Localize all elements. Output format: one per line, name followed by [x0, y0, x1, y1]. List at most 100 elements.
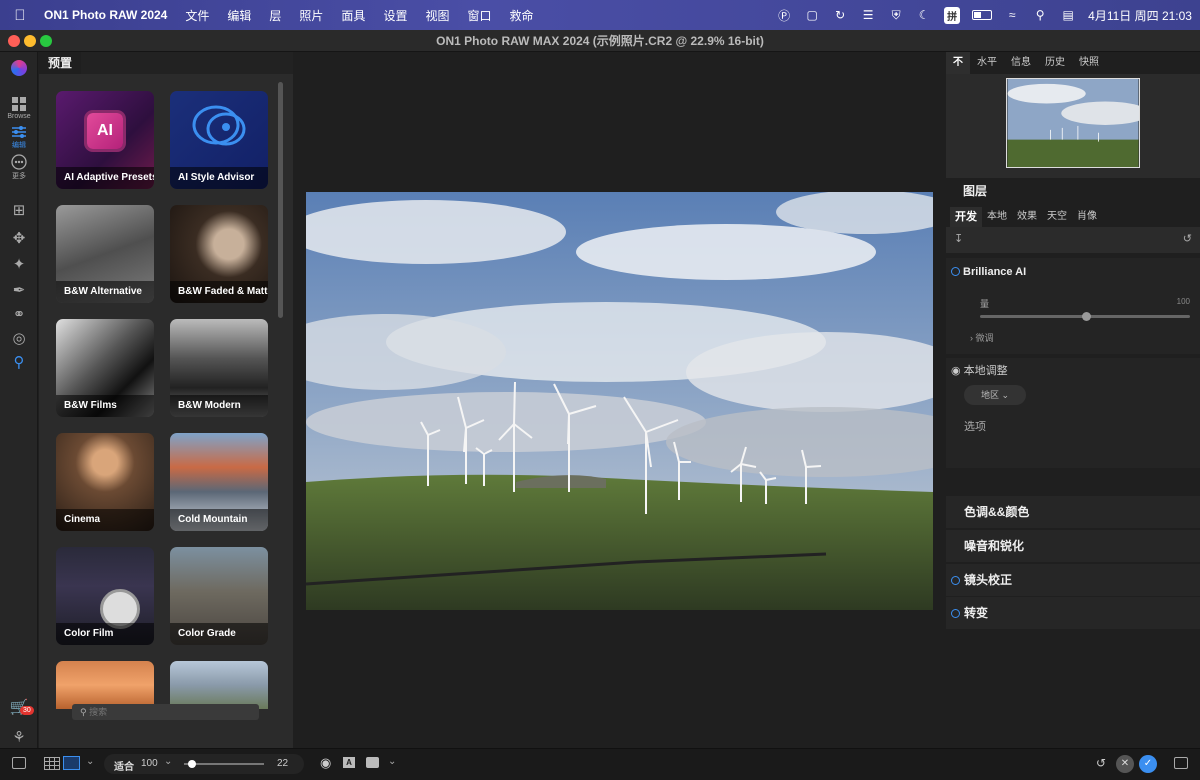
tab-presets[interactable]: 预置	[39, 52, 82, 74]
tab-navigator[interactable]: 不	[946, 52, 970, 74]
shield-check-icon[interactable]: ⛨	[888, 7, 904, 23]
tab-sky[interactable]: 天空	[1042, 207, 1072, 227]
menu-edit[interactable]: 编辑	[218, 7, 260, 24]
menu-file[interactable]: 文件	[176, 7, 218, 24]
tab-history[interactable]: 历史	[1038, 52, 1072, 74]
transform-tool[interactable]: ✥	[0, 229, 38, 247]
preset-cinema[interactable]: Cinema	[56, 433, 154, 531]
eye-preview-icon[interactable]: ◉	[320, 755, 331, 771]
preset-ai-style-advisor[interactable]: AI Style Advisor	[170, 91, 268, 189]
tab-snapshots[interactable]: 快照	[1072, 52, 1106, 74]
input-method-indicator[interactable]: 拼	[944, 6, 961, 24]
magic-wand-tool[interactable]: ✦	[0, 255, 38, 273]
preset-bw-faded-matte[interactable]: B&W Faded & Matte	[170, 205, 268, 303]
toggle-circle-icon[interactable]	[951, 267, 960, 276]
slider-thumb[interactable]	[1082, 312, 1091, 321]
close-window-button[interactable]	[8, 35, 20, 47]
grid-view-icon[interactable]	[44, 757, 60, 770]
local-adjust-header[interactable]: ◉ 本地调整	[951, 362, 1008, 378]
tab-effects[interactable]: 效果	[1012, 207, 1042, 227]
amount-slider[interactable]	[980, 312, 1190, 321]
fit-label[interactable]: 适合	[114, 758, 134, 773]
preset-ai-adaptive[interactable]: AI AI Adaptive Presets	[56, 91, 154, 189]
reset-icon[interactable]: ↺	[1183, 232, 1192, 245]
clock[interactable]: 4月11日 周四 21:03	[1088, 7, 1192, 24]
zoom-slider[interactable]	[184, 760, 264, 768]
section-tone-color[interactable]: 色调&&颜色	[946, 496, 1200, 528]
preset-color-film[interactable]: Color Film	[56, 547, 154, 645]
control-center-icon[interactable]: ▤	[1060, 7, 1076, 23]
overlay-chevron-icon[interactable]: ⌄	[388, 756, 396, 767]
menu-layer[interactable]: 层	[260, 7, 290, 24]
fine-tune-toggle[interactable]: › 微调	[970, 331, 994, 344]
clone-tool[interactable]: ⚭	[0, 305, 38, 323]
wifi-icon[interactable]: ≈	[1004, 7, 1020, 23]
section-noise-sharpen[interactable]: 噪音和锐化	[946, 530, 1200, 562]
moon-icon[interactable]: ☾	[916, 7, 932, 23]
layers-title[interactable]: 图层	[963, 182, 987, 199]
more-tool[interactable]: 更多	[0, 154, 38, 181]
menu-mask[interactable]: 面具	[332, 7, 374, 24]
spotlight-search-icon[interactable]: ⚲	[1032, 7, 1048, 23]
toggle-circle-icon[interactable]	[951, 576, 960, 585]
preset-color-grade[interactable]: Color Grade	[170, 547, 268, 645]
portrait-tool[interactable]: ⚲	[0, 353, 38, 371]
menu-window[interactable]: 窗口	[458, 7, 500, 24]
edit-tool[interactable]: 编辑	[0, 125, 38, 150]
mask-overlay-icon[interactable]	[366, 757, 379, 768]
region-dropdown[interactable]: 地区 ⌄	[964, 385, 1026, 405]
pdf-app-icon[interactable]: Ⓟ	[776, 7, 792, 23]
crop-tool[interactable]: ⊞	[0, 201, 38, 219]
brilliance-ai-header[interactable]: Brilliance AI	[951, 266, 1026, 278]
preset-save-icon[interactable]: ↧	[954, 232, 963, 245]
toggle-panel-icon[interactable]	[12, 757, 26, 769]
extensions-tool[interactable]: ⚘	[0, 728, 38, 746]
view-mode-chevron-icon[interactable]: ⌄	[86, 756, 94, 767]
presets-search-input[interactable]	[89, 707, 240, 717]
menu-photo[interactable]: 照片	[290, 7, 332, 24]
apply-button[interactable]: ✓	[1139, 755, 1157, 773]
maximize-window-button[interactable]	[40, 35, 52, 47]
sync-icon[interactable]: ↻	[832, 7, 848, 23]
activity-meter-icon[interactable]: ☰	[860, 7, 876, 23]
toggle-circle-icon[interactable]	[951, 609, 960, 618]
preset-bw-modern[interactable]: B&W Modern	[170, 319, 268, 417]
preset-bw-films[interactable]: B&W Films	[56, 319, 154, 417]
zoom-slider-thumb[interactable]	[188, 760, 196, 768]
toggle-right-panel-icon[interactable]	[1174, 757, 1188, 769]
text-overlay-icon[interactable]: A	[343, 757, 355, 768]
section-transform[interactable]: 转变	[946, 597, 1200, 629]
undo-icon[interactable]: ↺	[1096, 756, 1106, 770]
on1-logo-icon[interactable]	[10, 60, 27, 76]
menu-view[interactable]: 视图	[416, 7, 458, 24]
cancel-button[interactable]: ✕	[1116, 755, 1134, 773]
tab-develop[interactable]: 开发	[950, 207, 982, 227]
preset-partial-11[interactable]	[56, 661, 154, 709]
apple-menu-icon[interactable]: 	[0, 7, 40, 24]
tab-local[interactable]: 本地	[982, 207, 1012, 227]
menu-app[interactable]: ON1 Photo RAW 2024	[40, 8, 176, 22]
screen-share-icon[interactable]: ▢	[804, 7, 820, 23]
preset-cold-mountain[interactable]: Cold Mountain	[170, 433, 268, 531]
preset-bw-alternative[interactable]: B&W Alternative	[56, 205, 154, 303]
fingerprint-tool[interactable]: ◎	[0, 329, 38, 347]
battery-icon[interactable]	[972, 10, 993, 20]
options-label[interactable]: 选项	[964, 418, 986, 434]
tab-level[interactable]: 水平	[970, 52, 1004, 74]
zoom-value[interactable]: 100	[141, 758, 158, 769]
brush-tool[interactable]: ✒	[0, 281, 38, 299]
minimize-window-button[interactable]	[24, 35, 36, 47]
section-lens-correction[interactable]: 镜头校正	[946, 564, 1200, 596]
navigator-thumbnail[interactable]	[1006, 78, 1140, 168]
browse-tool[interactable]: Browse	[0, 96, 38, 120]
detail-view-icon[interactable]	[63, 756, 80, 770]
preset-partial-12[interactable]	[170, 661, 268, 709]
presets-scrollbar[interactable]	[278, 82, 283, 318]
tab-info[interactable]: 信息	[1004, 52, 1038, 74]
cart-tool[interactable]: 🛒 30	[0, 698, 38, 716]
zoom-chevron-icon[interactable]: ⌄	[164, 756, 172, 767]
image-canvas[interactable]	[293, 52, 946, 748]
menu-help[interactable]: 救命	[500, 7, 542, 24]
menu-settings[interactable]: 设置	[374, 7, 416, 24]
tab-portrait[interactable]: 肖像	[1072, 207, 1102, 227]
